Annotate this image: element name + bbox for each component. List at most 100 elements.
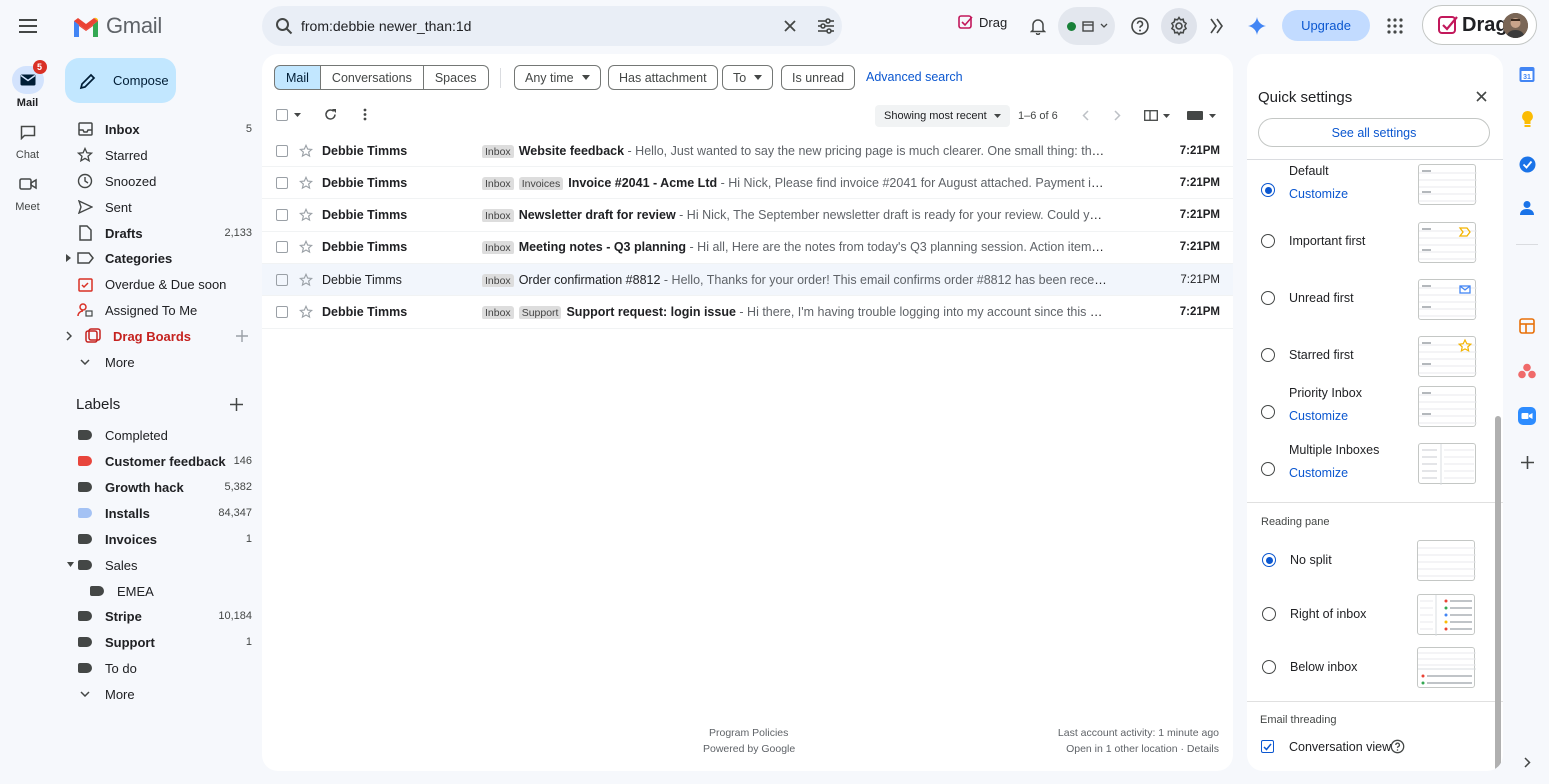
tab-mail[interactable]: Mail xyxy=(274,65,321,90)
quick-settings-scrollbar[interactable] xyxy=(1495,416,1501,771)
star-icon[interactable] xyxy=(299,208,313,222)
nav-snoozed[interactable]: Snoozed xyxy=(66,168,252,194)
email-label-chip[interactable]: Inbox xyxy=(482,209,514,223)
search-options-icon[interactable] xyxy=(817,18,835,34)
star-icon[interactable] xyxy=(299,143,313,158)
label-item[interactable]: Sales xyxy=(66,552,252,578)
row-checkbox[interactable] xyxy=(276,209,288,222)
label-item[interactable]: Growth hack 5,382 xyxy=(66,474,252,500)
customize-link[interactable]: Customize xyxy=(1289,466,1348,480)
filter-to[interactable]: To xyxy=(722,65,774,90)
star-icon[interactable] xyxy=(299,305,313,319)
expand-panel-icon[interactable] xyxy=(1517,752,1537,772)
reading-pane-radio[interactable] xyxy=(1262,553,1276,567)
inbox-type-radio[interactable] xyxy=(1261,348,1275,362)
email-row[interactable]: Debbie Timms Inbox Support Support request:… xyxy=(262,297,1233,329)
nav-inbox[interactable]: Inbox 5 xyxy=(66,116,252,142)
refresh-icon[interactable] xyxy=(324,108,337,121)
apps-button[interactable] xyxy=(1377,8,1413,44)
get-addons-icon[interactable] xyxy=(1517,452,1537,472)
row-checkbox[interactable] xyxy=(276,144,288,157)
extensions-button[interactable] xyxy=(1199,8,1235,44)
nav-sent[interactable]: Sent xyxy=(66,194,252,220)
collapse-arrow-icon[interactable] xyxy=(67,562,74,567)
email-label-chip[interactable]: Inbox xyxy=(482,144,514,158)
inbox-type-radio[interactable] xyxy=(1261,183,1275,197)
calendar-app-icon[interactable]: 31 xyxy=(1517,64,1537,84)
star-icon[interactable] xyxy=(299,175,313,190)
label-item[interactable]: EMEA xyxy=(66,578,252,604)
label-item[interactable]: Invoices 1 xyxy=(66,526,252,552)
advanced-search-link[interactable]: Advanced search xyxy=(866,70,963,84)
inbox-type-radio[interactable] xyxy=(1261,291,1275,305)
customize-link[interactable]: Customize xyxy=(1289,187,1348,201)
add-board-icon[interactable] xyxy=(236,330,248,342)
nav-drag-boards[interactable]: Drag Boards xyxy=(66,323,252,349)
email-row[interactable]: Debbie Timms Inbox Meeting notes - Q3 plan… xyxy=(262,232,1233,264)
next-page-icon[interactable] xyxy=(1114,110,1121,121)
filter-is-unread[interactable]: Is unread xyxy=(781,65,856,90)
nav-assigned[interactable]: Assigned To Me xyxy=(66,297,252,323)
label-item[interactable]: Support 1 xyxy=(66,629,252,655)
upgrade-button[interactable]: Upgrade xyxy=(1282,10,1370,41)
reading-pane-radio[interactable] xyxy=(1262,607,1276,621)
program-policies-link[interactable]: Program Policies xyxy=(709,727,788,739)
rail-chat[interactable]: Chat xyxy=(0,118,55,161)
search-bar[interactable] xyxy=(262,6,842,46)
rail-mail[interactable]: 5 Mail xyxy=(0,60,55,109)
select-all-checkbox[interactable] xyxy=(276,109,288,121)
reading-pane-radio[interactable] xyxy=(1262,660,1276,674)
drag-button[interactable]: Drag xyxy=(958,14,1007,30)
nav-overdue[interactable]: Overdue & Due soon xyxy=(66,271,252,297)
layout-addon-icon[interactable] xyxy=(1517,316,1537,336)
row-checkbox[interactable] xyxy=(276,306,288,318)
customize-link[interactable]: Customize xyxy=(1289,409,1348,423)
settings-button[interactable] xyxy=(1161,8,1197,44)
email-label-chip[interactable]: Inbox xyxy=(482,273,514,287)
clear-search-icon[interactable] xyxy=(783,19,797,33)
label-item[interactable]: To do xyxy=(66,655,252,681)
search-icon[interactable] xyxy=(275,17,293,35)
star-icon[interactable] xyxy=(299,240,313,254)
status-button[interactable] xyxy=(1058,7,1115,45)
expand-arrow-icon[interactable] xyxy=(66,331,72,341)
select-all-control[interactable] xyxy=(276,109,301,121)
avatar[interactable] xyxy=(1503,13,1528,38)
email-row[interactable]: Debbie Timms Inbox Newsletter draft for re… xyxy=(262,200,1233,232)
row-checkbox[interactable] xyxy=(276,241,288,254)
see-all-settings-button[interactable]: See all settings xyxy=(1258,118,1490,147)
main-menu-button[interactable] xyxy=(10,8,46,44)
filter-any-time[interactable]: Any time xyxy=(514,65,601,90)
help-icon[interactable] xyxy=(1390,739,1405,754)
asana-addon-icon[interactable] xyxy=(1517,361,1537,381)
add-label-icon[interactable] xyxy=(230,398,243,411)
star-icon[interactable] xyxy=(299,272,313,287)
close-icon[interactable] xyxy=(1476,91,1487,102)
row-checkbox[interactable] xyxy=(276,273,288,286)
inbox-type-radio[interactable] xyxy=(1261,234,1275,248)
nav-drafts[interactable]: Drafts 2,133 xyxy=(66,220,252,246)
label-item[interactable]: Customer feedback 146 xyxy=(66,448,252,474)
row-checkbox[interactable] xyxy=(276,176,288,189)
other-location-details-link[interactable]: Open in 1 other location · Details xyxy=(1066,743,1219,755)
email-label-chip[interactable]: Inbox xyxy=(482,241,514,255)
sort-dropdown[interactable]: Showing most recent xyxy=(875,105,1010,127)
zoom-addon-icon[interactable] xyxy=(1517,406,1537,426)
email-label-chip[interactable]: Inbox xyxy=(482,306,514,319)
label-item[interactable]: Completed xyxy=(66,422,252,448)
nav-more[interactable]: More xyxy=(66,349,252,375)
notifications-button[interactable] xyxy=(1020,8,1056,44)
contacts-app-icon[interactable] xyxy=(1517,198,1537,218)
input-tools-toggle[interactable] xyxy=(1187,111,1216,120)
filter-has-attachment[interactable]: Has attachment xyxy=(608,65,718,90)
inbox-type-radio[interactable] xyxy=(1261,462,1275,476)
drag-account-button[interactable]: Drag xyxy=(1422,5,1537,45)
email-label-chip[interactable]: Inbox xyxy=(482,176,514,190)
conversation-view-checkbox[interactable] xyxy=(1261,740,1274,753)
keep-app-icon[interactable] xyxy=(1517,109,1537,129)
expand-arrow-icon[interactable] xyxy=(66,254,72,262)
help-button[interactable] xyxy=(1122,8,1158,44)
inbox-type-radio[interactable] xyxy=(1261,405,1275,419)
tab-spaces[interactable]: Spaces xyxy=(423,65,489,90)
label-item[interactable]: Stripe 10,184 xyxy=(66,603,252,629)
